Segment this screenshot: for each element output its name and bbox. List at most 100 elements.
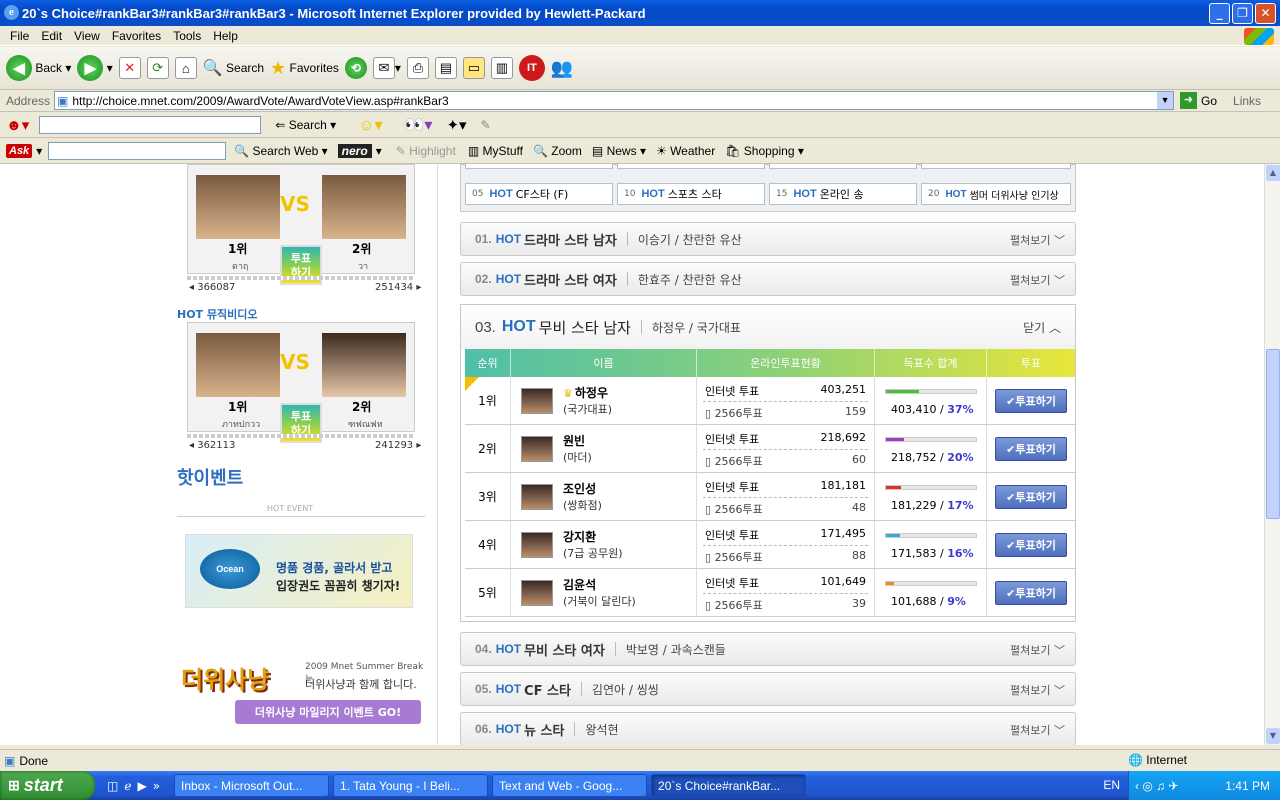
subcat-05[interactable]: 05 HOT CF스타 (F) [465,183,613,205]
category-06-title: 뉴 스타 [524,723,565,739]
media-quick-icon[interactable]: ▶ [137,779,146,793]
more-quick-icon[interactable]: » [153,779,160,793]
search-button[interactable]: 🔍 Search [203,58,264,78]
expand-button-01[interactable]: 펼쳐보기 ﹀ [1010,232,1065,248]
summer-break-ad[interactable]: 더위사냥 2009 Mnet Summer Break는 더위사냥과 함께 합니… [177,620,425,730]
mileage-event-button[interactable]: 더위사냥 마일리지 이벤트 GO! [235,700,421,724]
vote-cell: ✔투표하기 [987,569,1075,616]
shopping-button[interactable]: 🛍 Shopping ▾ [725,144,804,158]
go-button[interactable]: ➜ Go [1180,92,1217,109]
menu-edit[interactable]: Edit [35,29,68,43]
hot-event-subtitle: HOT EVENT [267,504,314,513]
stop-button[interactable]: ✕ [118,57,141,79]
subcat-cell-partial-2 [617,164,765,169]
category-04[interactable]: 04. HOT 무비 스타 여자 박보영 / 과속스캔들 펼쳐보기 ﹀ [460,632,1076,666]
it-button[interactable]: IT [518,55,545,81]
history-button[interactable]: ⟲ [344,57,367,79]
rank-cell: 2위 [465,425,511,472]
yahoo-search-input[interactable] [39,115,262,134]
news-button[interactable]: ▤ News ▾ [592,144,646,158]
scroll-thumb[interactable] [1266,349,1280,519]
minimize-button[interactable]: _ [1209,3,1230,24]
category-06[interactable]: 06. HOT 뉴 스타 왕석현 펼쳐보기 ﹀ [460,712,1076,745]
subcat-10[interactable]: 10 HOT 스포츠 스타 [617,183,765,205]
window-titlebar: e 20`s Choice#rankBar3#rankBar3#rankBar3… [0,0,1280,26]
task-20s-choice[interactable]: 20`s Choice#rankBar... [651,774,807,797]
back-button[interactable]: ◀ Back ▾ [6,55,71,81]
smiley-icon[interactable]: ☺▾ [358,115,382,135]
vote-button[interactable]: ✔투표하기 [995,388,1067,413]
nominee-photo [521,531,553,558]
menu-file[interactable]: File [4,29,35,43]
vote-button[interactable]: ✔투표하기 [995,484,1067,509]
ad-line-2: 입장권도 꼼꼼히 챙기자! [276,579,401,593]
vote-button[interactable]: ✔투표하기 [995,580,1067,605]
pencil-icon[interactable]: ✎ [481,118,491,132]
expand-button-02[interactable]: 펼쳐보기 ﹀ [1010,272,1065,288]
weather-button[interactable]: ☀ Weather [656,144,715,158]
category-05[interactable]: 05. HOT CF 스타 김연아 / 씽씽 펼쳐보기 ﹀ [460,672,1076,706]
language-indicator[interactable]: EN [1103,778,1120,792]
start-button[interactable]: ⊞ start [0,771,95,800]
category-01[interactable]: 01. HOT 드라마 스타 남자 이승기 / 찬란한 유산 펼쳐보기 ﹀ [460,222,1076,256]
print-button[interactable]: ⎙ [406,57,429,79]
collapse-button[interactable]: 닫기 ︿ [1023,319,1061,336]
sms-vote-line: ▯ 2566투표 159 [705,405,866,421]
menu-tools[interactable]: Tools [167,29,207,43]
contender-3-rank: 1위 [228,400,248,414]
system-tray: ‹ ◎ ♫ ✈ 1:41 PM [1128,771,1280,800]
page-scrollbar[interactable]: ▲ ▼ [1264,164,1280,745]
links-button[interactable]: Links [1233,94,1261,108]
cursor-icon[interactable]: ✦▾ [446,116,466,134]
favorites-button[interactable]: ★ Favorites [270,58,339,79]
yahoo-menu-icon[interactable]: ☻▾ [6,116,29,134]
subcat-cell-partial-4 [921,164,1071,169]
ocean-world-ad[interactable]: Ocean 명품 경품, 골라서 받고 입장권도 꼼꼼히 챙기자! [185,534,413,608]
vote-button[interactable]: ✔투표하기 [995,532,1067,557]
vote-button[interactable]: ✔투표하기 [995,436,1067,461]
outlook-quick-icon[interactable]: ◫ [107,779,118,793]
category-02[interactable]: 02. HOT 드라마 스타 여자 한효주 / 찬란한 유산 펼쳐보기 ﹀ [460,262,1076,296]
home-button[interactable]: ⌂ [174,57,197,79]
task-outlook[interactable]: Inbox - Microsoft Out... [174,774,330,797]
eyes-icon[interactable]: 👀▾ [404,115,432,135]
search-web-button[interactable]: 🔍 Search Web ▾ [234,144,327,158]
forward-button[interactable]: ▶ ▾ [77,55,113,81]
ask-logo[interactable]: Ask [6,143,33,158]
expand-button-06[interactable]: 펼쳐보기 ﹀ [1010,722,1065,738]
address-dropdown-icon[interactable]: ▼ [1157,92,1174,109]
discuss-button[interactable]: ▭ [462,57,485,79]
expand-button-05[interactable]: 펼쳐보기 ﹀ [1010,682,1065,698]
menu-favorites[interactable]: Favorites [106,29,167,43]
menu-view[interactable]: View [68,29,106,43]
maximize-button[interactable]: ❐ [1232,3,1253,24]
subcat-20[interactable]: 20 HOT 썸머 더위사냥 인기상 [921,183,1071,205]
ask-search-input[interactable] [48,141,227,160]
tray-icons[interactable]: ‹ ◎ ♫ ✈ [1135,779,1179,793]
ask-dropdown-icon[interactable]: ▾ [36,144,42,158]
online-vote-cell: 인터넷 투표 101,649 ▯ 2566투표 39 [697,569,875,616]
mail-button[interactable]: ✉ ▾ [372,57,401,79]
task-tata-young[interactable]: 1. Tata Young - I Beli... [333,774,489,797]
zoom-button[interactable]: 🔍 Zoom [533,144,582,158]
task-text-and-web[interactable]: Text and Web - Goog... [492,774,648,797]
scroll-up-icon[interactable]: ▲ [1266,165,1280,181]
messenger-button[interactable]: 👥 [551,58,573,79]
nero-dropdown-icon[interactable]: ▾ [376,144,382,158]
menu-help[interactable]: Help [207,29,244,43]
nero-logo[interactable]: nero [337,143,372,158]
refresh-button[interactable]: ⟳ [146,57,169,79]
edit-button[interactable]: ▤ [434,57,457,79]
nominee-work: (쌍화점) [563,499,602,512]
subcat-15[interactable]: 15 HOT 온라인 송 [769,183,917,205]
expand-button-04[interactable]: 펼쳐보기 ﹀ [1010,642,1065,658]
mystuff-button[interactable]: ▥ MyStuff [468,144,523,158]
scroll-down-icon[interactable]: ▼ [1266,728,1280,744]
address-input[interactable]: ▣ http://choice.mnet.com/2009/AwardVote/… [54,91,1175,110]
highlight-button[interactable]: ✎ Highlight [396,144,456,158]
research-button[interactable]: ▥ [490,57,513,79]
close-button[interactable]: ✕ [1255,3,1276,24]
globe-icon: 🌐 [1128,753,1143,767]
yahoo-search-button[interactable]: ⇐ Search ▾ [275,118,336,132]
ie-quick-icon[interactable]: ℯ [124,779,131,793]
